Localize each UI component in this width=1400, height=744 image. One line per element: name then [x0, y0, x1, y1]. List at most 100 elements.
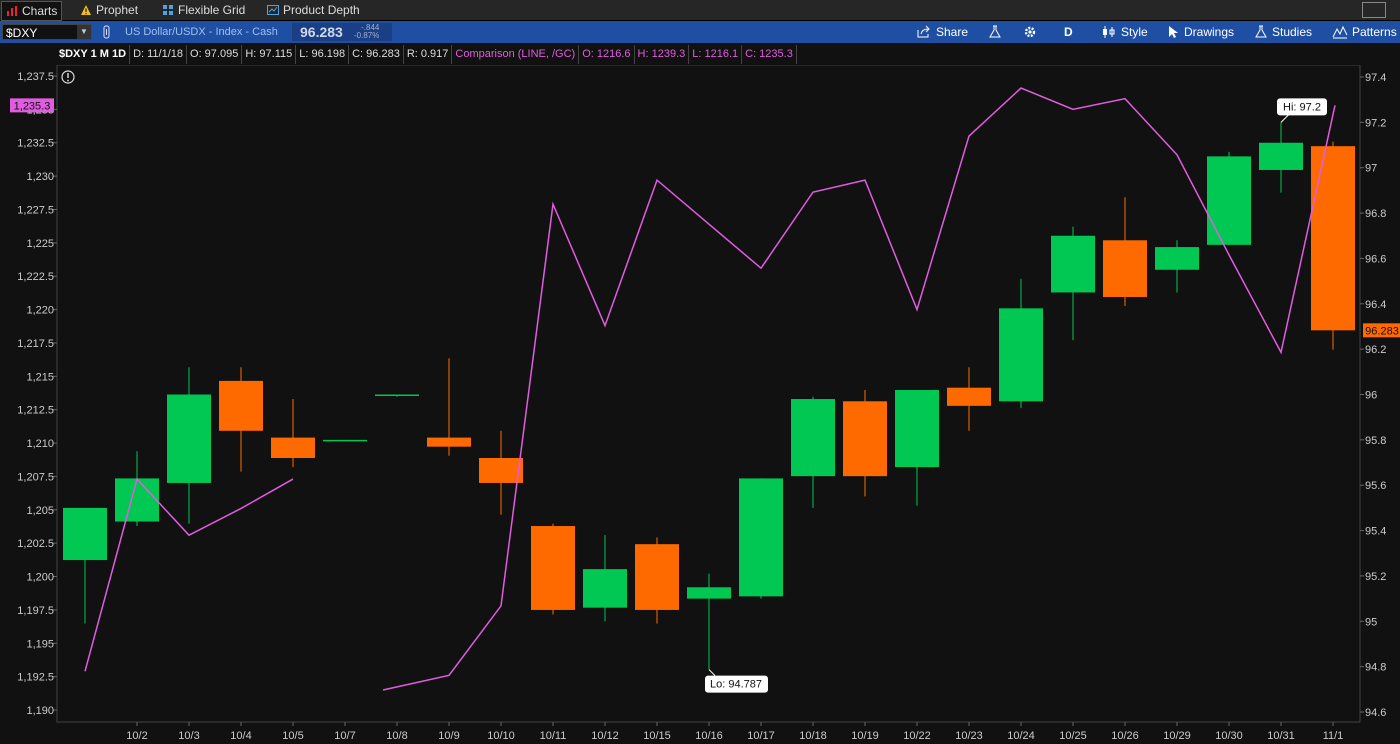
x-tick-label: 10/10 [487, 730, 515, 742]
candle-body [1311, 146, 1355, 331]
x-tick-label: 10/15 [643, 730, 671, 742]
price-change: -.844 -0.87% [354, 24, 379, 40]
price-box: 96.283 -.844 -0.87% [292, 23, 392, 41]
bar-low: L: 96.198 [296, 45, 350, 64]
y-right-tick-label: 96.2 [1365, 344, 1386, 356]
pattern-icon [1332, 25, 1348, 39]
flask-icon[interactable] [988, 25, 1002, 39]
warning-triangle-icon [81, 5, 91, 15]
x-tick-label: 10/22 [903, 730, 931, 742]
x-tick-label: 10/30 [1215, 730, 1243, 742]
candle-body [843, 401, 887, 477]
candle-body [1155, 247, 1199, 270]
y-left-tick-label: 1,217.5 [17, 338, 54, 350]
period-selector[interactable]: D [1064, 21, 1073, 43]
x-tick-label: 10/18 [799, 730, 827, 742]
y-left-tick-label: 1,232.5 [17, 138, 54, 150]
tab-bar: Charts Prophet Flexible Grid Product Dep… [0, 0, 1400, 21]
tab-charts[interactable]: Charts [1, 1, 63, 21]
y-right-tick-label: 96.4 [1365, 299, 1386, 311]
depth-chart-icon [267, 5, 279, 15]
x-tick-label: 10/25 [1059, 730, 1087, 742]
patterns-label: Patterns [1352, 25, 1397, 39]
tab-prophet[interactable]: Prophet [80, 1, 138, 19]
y-left-tick-label: 1,195 [26, 638, 54, 650]
studies-menu[interactable]: Studies [1254, 21, 1312, 43]
y-right-tick-label: 94.6 [1365, 707, 1386, 719]
symbol-input[interactable]: $DXY ▼ [2, 24, 92, 40]
x-tick-label: 10/23 [955, 730, 983, 742]
share-button[interactable]: Share [916, 21, 968, 43]
x-tick-label: 10/7 [334, 730, 355, 742]
candle-body [531, 526, 575, 610]
candle-body [739, 478, 783, 597]
tab-flexible-grid[interactable]: Flexible Grid [162, 1, 245, 19]
comparison-close: C: 1235.3 [742, 45, 797, 64]
y-right-tick-label: 94.8 [1365, 662, 1386, 674]
y-left-tick-label: 1,190 [26, 705, 54, 717]
window-button[interactable] [1362, 2, 1386, 18]
x-tick-label: 10/31 [1267, 730, 1295, 742]
candle-body [687, 587, 731, 599]
x-tick-label: 10/19 [851, 730, 879, 742]
tab-label: Prophet [96, 3, 139, 17]
comparison-open: O: 1216.6 [579, 45, 635, 64]
info-icon-dot [67, 79, 69, 82]
cursor-icon [1169, 26, 1178, 38]
x-tick-label: 10/16 [695, 730, 723, 742]
style-label: Style [1121, 25, 1148, 39]
candle-body [167, 394, 211, 483]
style-menu[interactable]: Style [1101, 21, 1148, 43]
tab-product-depth[interactable]: Product Depth [267, 1, 360, 19]
tab-label: Product Depth [283, 3, 360, 17]
symbol-description: US Dollar/USDX - Index - Cash [125, 26, 278, 38]
y-left-tick-label: 1,237.5 [17, 71, 54, 83]
flask-icon [1255, 25, 1267, 38]
x-tick-label: 10/4 [230, 730, 251, 742]
candle-body [375, 394, 419, 396]
tab-label: Charts [22, 4, 58, 18]
tab-label: Flexible Grid [178, 3, 246, 17]
y-left-tick-label: 1,212.5 [17, 405, 54, 417]
x-tick-label: 10/24 [1007, 730, 1035, 742]
candle-body [323, 439, 367, 442]
y-left-tick-label: 1,200 [26, 572, 54, 584]
last-price-tag-label: 96.283 [1365, 325, 1399, 337]
price-chart[interactable]: 1,237.51,2351,232.51,2301,227.51,2251,22… [0, 65, 1400, 744]
y-left-tick-label: 1,197.5 [17, 605, 54, 617]
share-icon [917, 25, 930, 38]
hi-callout-label: Hi: 97.2 [1283, 101, 1321, 113]
candle-style-icon [1103, 26, 1115, 38]
y-right-tick-label: 95.2 [1365, 571, 1386, 583]
patterns-menu[interactable]: Patterns [1332, 21, 1397, 43]
link-icon[interactable] [100, 25, 114, 39]
y-left-tick-label: 1,222.5 [17, 271, 54, 283]
chevron-down-icon[interactable]: ▼ [77, 25, 91, 39]
chart-info-bar: $DXY 1 M 1D D: 11/1/18 O: 97.095 H: 97.1… [56, 45, 797, 64]
x-tick-label: 10/26 [1111, 730, 1139, 742]
x-tick-label: 10/8 [386, 730, 407, 742]
y-left-tick-label: 1,207.5 [17, 471, 54, 483]
drawings-menu[interactable]: Drawings [1166, 21, 1234, 43]
y-left-tick-label: 1,215 [26, 371, 54, 383]
toolbar: $DXY ▼ US Dollar/USDX - Index - Cash 96.… [0, 21, 1400, 43]
y-left-tick-label: 1,227.5 [17, 204, 54, 216]
gear-icon[interactable] [1023, 25, 1037, 39]
lo-callout-label: Lo: 94.787 [710, 679, 762, 691]
symbol-text: $DXY [6, 26, 38, 40]
bar-close: C: 96.283 [349, 45, 404, 64]
chart-title: $DXY 1 M 1D [56, 45, 131, 64]
bar-high: H: 97.115 [242, 45, 297, 64]
candle-body [791, 399, 835, 477]
y-left-tick-label: 1,210 [26, 438, 54, 450]
candle-body [583, 569, 627, 608]
bar-range: R: 0.917 [404, 45, 453, 64]
drawings-label: Drawings [1184, 25, 1235, 39]
bar-open: O: 97.095 [187, 45, 243, 64]
x-tick-label: 10/3 [178, 730, 199, 742]
candle-body [219, 380, 263, 431]
y-right-tick-label: 95.8 [1365, 435, 1386, 447]
x-tick-label: 10/17 [747, 730, 775, 742]
y-left-tick-label: 1,205 [26, 505, 54, 517]
candle-body [427, 437, 471, 447]
